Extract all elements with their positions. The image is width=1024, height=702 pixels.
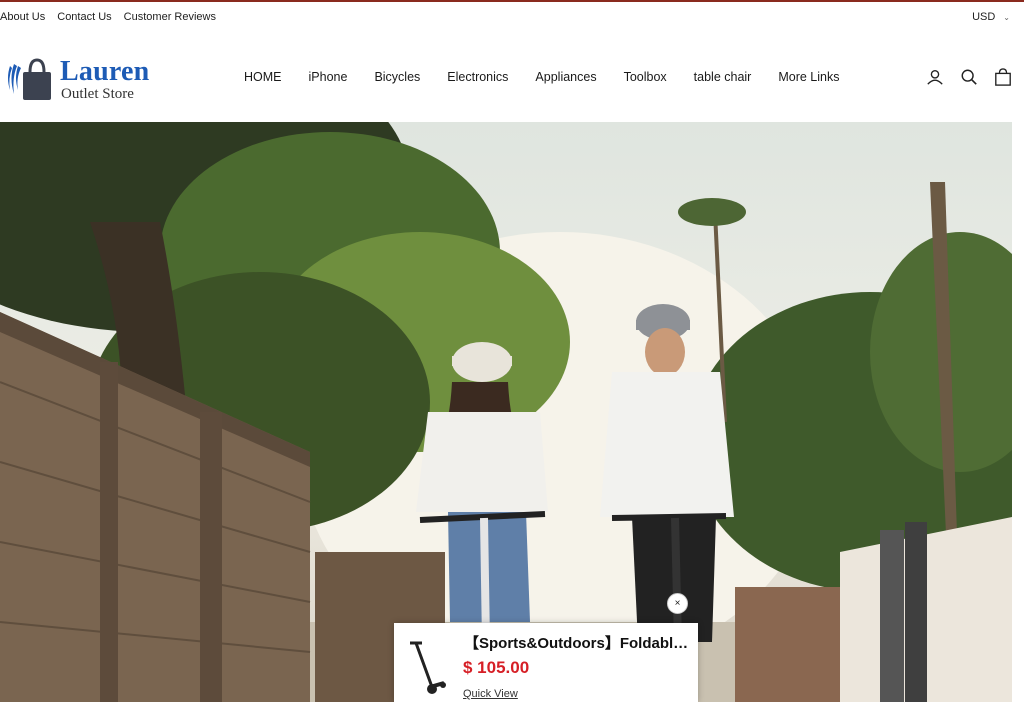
nav-item-toolbox[interactable]: Toolbox (624, 70, 667, 84)
nav-item-bicycles[interactable]: Bicycles (374, 70, 420, 84)
nav-item-appliances[interactable]: Appliances (535, 70, 596, 84)
contact-us-link[interactable]: Contact Us (57, 11, 111, 23)
popup-product-title[interactable]: 【Sports&Outdoors】Foldable Electric Scoot… (464, 632, 689, 653)
nav-item-electronics[interactable]: Electronics (447, 70, 508, 84)
currency-selector[interactable]: USD ⌄ (972, 11, 1010, 23)
about-us-link[interactable]: About Us (0, 11, 45, 23)
store-logo[interactable]: Lauren Outlet Store (6, 56, 156, 106)
shopping-bag-logo-icon (8, 58, 51, 100)
quick-view-link[interactable]: Quick View (463, 688, 518, 700)
scooter-product-image (410, 641, 446, 694)
recent-purchase-popup[interactable]: 【Sports&Outdoors】Foldable Electric Scoot… (394, 623, 698, 702)
account-icon[interactable] (926, 67, 944, 87)
popup-product-price: $ 105.00 (463, 658, 530, 677)
nav-item-home[interactable]: HOME (244, 70, 282, 84)
popup-close-button[interactable]: × (667, 593, 688, 614)
customer-reviews-link[interactable]: Customer Reviews (124, 11, 216, 23)
search-icon[interactable] (960, 67, 978, 87)
top-links: About Us Contact Us Customer Reviews (0, 11, 216, 23)
nav-item-iphone[interactable]: iPhone (309, 70, 348, 84)
chevron-down-icon: ⌄ (1003, 12, 1010, 22)
announcement-bar: About Us Contact Us Customer Reviews USD… (0, 2, 1024, 34)
cart-icon[interactable] (994, 67, 1012, 87)
site-header: Lauren Outlet Store HOME iPhone Bicycles… (0, 34, 1024, 122)
currency-value: USD (972, 11, 996, 23)
nav-item-table-chair[interactable]: table chair (694, 70, 752, 84)
main-nav: HOME iPhone Bicycles Electronics Applian… (244, 70, 867, 84)
logo-sub-text: Outlet Store (61, 86, 134, 102)
hero-image (0, 122, 1012, 702)
header-icons (926, 67, 1012, 87)
logo-brand-text: Lauren (60, 56, 150, 87)
hero-banner[interactable] (0, 122, 1012, 702)
nav-item-more-links[interactable]: More Links (778, 70, 839, 84)
